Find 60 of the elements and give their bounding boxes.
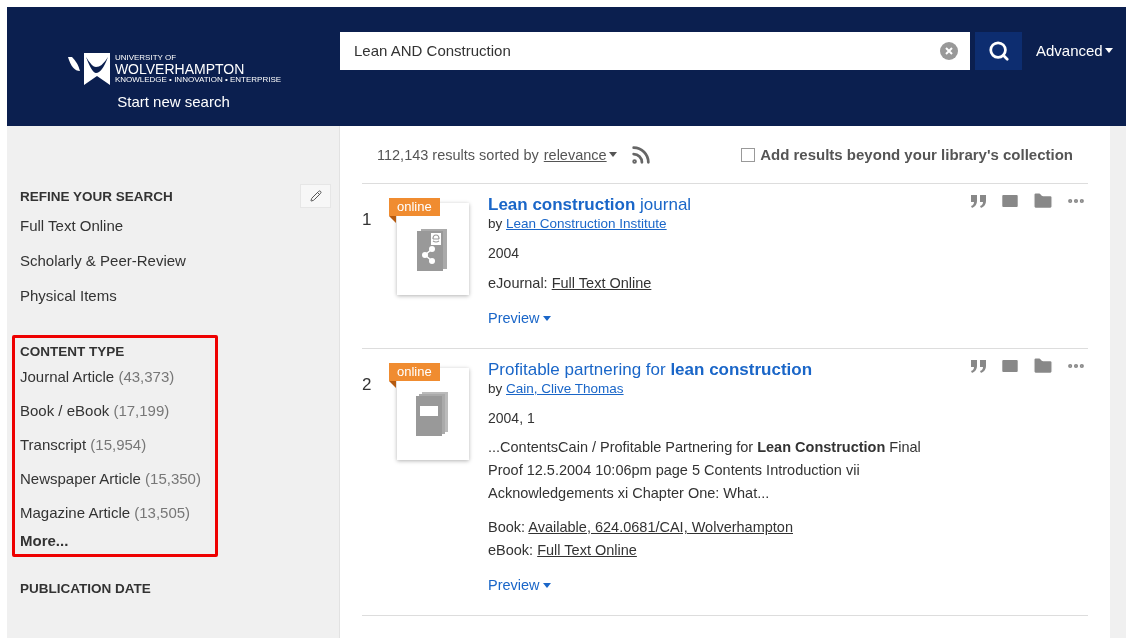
section-heading: REFINE YOUR SEARCH — [20, 188, 173, 204]
advanced-search-button[interactable]: Advanced — [1036, 42, 1113, 59]
result-title[interactable]: Lean construction journal — [488, 194, 1088, 216]
author-link[interactable]: Cain, Clive Thomas — [506, 381, 624, 396]
caret-icon — [608, 152, 617, 157]
start-new-search-link[interactable]: Start new search — [117, 93, 230, 110]
publication-year: 2004 — [488, 245, 521, 261]
caret-icon — [542, 315, 551, 321]
logo-text: UNIVERSITY OF — [114, 54, 178, 62]
result-number: 1 — [362, 209, 373, 231]
quote-icon[interactable] — [970, 359, 988, 373]
online-badge: online — [389, 363, 440, 381]
thumbnail[interactable] — [397, 368, 469, 460]
refine-link[interactable]: Full Text Online — [20, 208, 339, 243]
author-line: by Lean Construction Institute — [488, 216, 668, 231]
online-badge: online — [389, 198, 440, 216]
content-type-link[interactable]: Transcript (15,954) — [20, 428, 215, 462]
pencil-icon — [309, 190, 322, 202]
rss-icon[interactable] — [629, 143, 652, 166]
content-type-link[interactable]: Magazine Article (13,505) — [20, 496, 215, 530]
access-line: eJournal: Full Text Online — [488, 274, 653, 293]
logo-name: WOLVERHAMPTON — [114, 62, 246, 76]
content-type-link[interactable]: Journal Article (43,373) — [20, 360, 215, 394]
logo-tagline: KNOWLEDGE • INNOVATION • ENTERPRISE — [114, 76, 282, 84]
result-number: 2 — [362, 374, 373, 396]
preview-link[interactable]: Preview — [488, 310, 1088, 326]
snippet: ...ContentsCain / Profitable Partnering for Lean Construction Final Proof 12.5.2004 10:06pm page 5 Contents Introduction vii Acknowledgements xi Chapter One: What... — [488, 438, 922, 503]
access-link[interactable]: Full Text Online — [551, 275, 652, 291]
access-line: Book: Available, 624.0681/CAI, Wolverhampton — [488, 518, 794, 537]
checkbox-label: Add results beyond your library's collection — [760, 146, 1073, 163]
publication-year: 2004, 1 — [488, 410, 536, 426]
content-type-link[interactable]: Newspaper Article (15,350) — [20, 462, 215, 496]
caret-icon — [542, 582, 551, 588]
results-summary: 112,143 results sorted by — [377, 146, 539, 163]
access-link[interactable]: Full Text Online — [537, 542, 637, 558]
quote-icon[interactable] — [970, 194, 988, 208]
more-link[interactable]: More... — [20, 530, 69, 552]
search-button[interactable] — [975, 31, 1022, 70]
checkbox[interactable] — [741, 147, 756, 162]
preview-link[interactable]: Preview — [488, 577, 1088, 593]
sort-link[interactable]: relevance — [543, 146, 617, 163]
content-type-link[interactable]: Book / eBook (17,199) — [20, 394, 215, 428]
book-icon — [416, 392, 450, 436]
refine-link[interactable]: Scholarly & Peer-Review — [20, 243, 339, 278]
access-line: eBook: Full Text Online — [488, 541, 638, 560]
result-title[interactable]: Profitable partnering for lean construction — [488, 359, 1088, 381]
access-link[interactable]: Available, 624.0681/CAI, Wolverhampton — [528, 519, 793, 535]
thumbnail[interactable] — [397, 203, 469, 295]
clear-icon[interactable] — [940, 41, 958, 60]
author-line: by Cain, Clive Thomas — [488, 381, 625, 396]
caret-icon — [1104, 48, 1113, 53]
edit-button[interactable] — [300, 184, 331, 208]
refine-link[interactable]: Physical Items — [20, 278, 339, 313]
search-icon — [987, 39, 1010, 62]
section-heading: PUBLICATION DATE — [20, 581, 151, 596]
author-link[interactable]: Lean Construction Institute — [506, 216, 667, 231]
logo-emblem-icon — [65, 51, 112, 87]
search-field[interactable]: Lean AND Construction — [340, 31, 970, 70]
ejournal-icon — [417, 227, 449, 271]
section-heading: CONTENT TYPE — [20, 344, 125, 359]
